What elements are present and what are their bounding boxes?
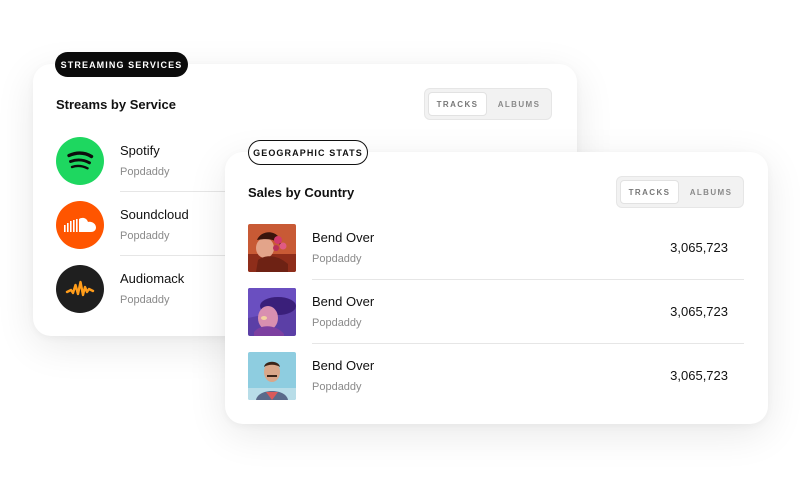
service-name: Soundcloud [120, 207, 189, 222]
geo-tracks-tab[interactable]: TRACKS [620, 180, 679, 204]
album-art-thumbnail [248, 288, 296, 336]
sales-value: 3,065,723 [670, 368, 728, 383]
service-name: Audiomack [120, 271, 185, 286]
sales-value: 3,065,723 [670, 240, 728, 255]
album-art-thumbnail [248, 352, 296, 400]
geographic-stats-card: Sales by Country TRACKS ALBUMS Bend Over… [225, 152, 768, 424]
album-art-thumbnail [248, 224, 296, 272]
streaming-tracks-tab[interactable]: TRACKS [428, 92, 487, 116]
track-row[interactable]: Bend Over Popdaddy 3,065,723 [248, 216, 744, 280]
streaming-albums-tab[interactable]: ALBUMS [489, 92, 549, 116]
streams-by-service-title: Streams by Service [56, 97, 176, 112]
streaming-services-badge: STREAMING SERVICES [55, 52, 188, 77]
track-artist: Popdaddy [312, 317, 362, 329]
audiomack-icon [56, 265, 104, 313]
streaming-tracks-albums-toggle: TRACKS ALBUMS [424, 88, 552, 120]
spotify-icon [56, 137, 104, 185]
service-name: Spotify [120, 143, 160, 158]
track-title: Bend Over [312, 294, 375, 309]
geo-albums-tab[interactable]: ALBUMS [681, 180, 741, 204]
track-title: Bend Over [312, 358, 375, 373]
sales-value: 3,065,723 [670, 304, 728, 319]
track-title: Bend Over [312, 230, 375, 245]
track-artist: Popdaddy [312, 253, 362, 265]
geographic-stats-badge: GEOGRAPHIC STATS [248, 140, 368, 165]
service-subtitle: Popdaddy [120, 166, 170, 178]
track-row[interactable]: Bend Over Popdaddy 3,065,723 [248, 280, 744, 344]
soundcloud-icon [56, 201, 104, 249]
track-row[interactable]: Bend Over Popdaddy 3,065,723 [248, 344, 744, 408]
service-subtitle: Popdaddy [120, 230, 170, 242]
sales-by-country-title: Sales by Country [248, 185, 355, 200]
service-subtitle: Popdaddy [120, 294, 170, 306]
geo-tracks-albums-toggle: TRACKS ALBUMS [616, 176, 744, 208]
track-artist: Popdaddy [312, 381, 362, 393]
